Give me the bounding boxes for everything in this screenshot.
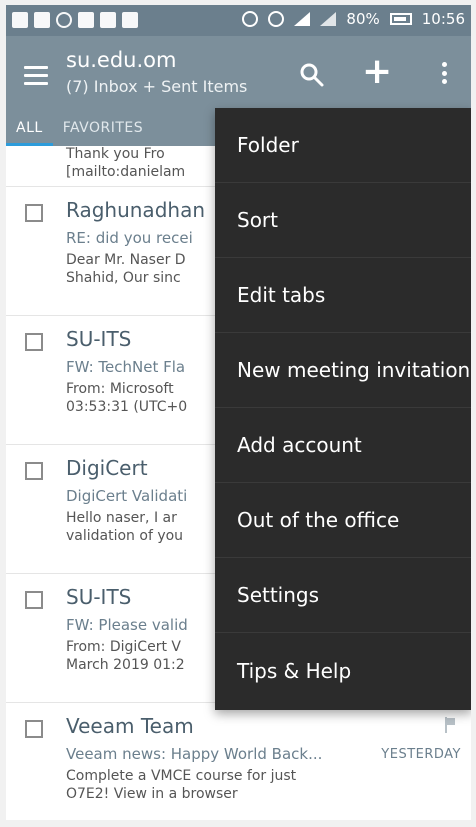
mailbox-subtitle: (7) Inbox + Sent Items bbox=[66, 77, 248, 96]
message-preview: Thank you Fro [mailto:danielam bbox=[66, 146, 186, 180]
tab-favorites[interactable]: FAVORITES bbox=[53, 116, 153, 146]
message-subject: FW: TechNet Fla bbox=[66, 358, 186, 376]
wifi-icon bbox=[268, 11, 285, 27]
system-status: 80% 10:56 bbox=[242, 10, 465, 28]
notification-icons bbox=[12, 12, 138, 28]
status-bar: 80% 10:56 bbox=[6, 5, 471, 36]
alarm-icon bbox=[242, 11, 259, 27]
select-checkbox[interactable] bbox=[25, 462, 43, 480]
menu-item-new-meeting-invitation[interactable]: New meeting invitation bbox=[215, 333, 471, 408]
message-sender: Raghunadhan bbox=[66, 198, 205, 222]
menu-item-edit-tabs[interactable]: Edit tabs bbox=[215, 258, 471, 333]
email-icon bbox=[122, 12, 138, 28]
select-checkbox[interactable] bbox=[25, 204, 43, 222]
message-preview: Hello naser, I ar validation of you bbox=[66, 510, 184, 544]
menu-item-sort[interactable]: Sort bbox=[215, 183, 471, 258]
message-preview: From: Microsoft 03:53:31 (UTC+0 bbox=[66, 381, 188, 415]
tab-bar: ALL FAVORITES bbox=[6, 116, 153, 146]
whatsapp-icon bbox=[56, 12, 72, 28]
message-sender: Veeam Team bbox=[66, 714, 194, 738]
message-sender: SU-ITS bbox=[66, 585, 132, 609]
message-preview: Dear Mr. Naser D Shahid, Our sinc bbox=[66, 252, 186, 286]
menu-item-tips-help[interactable]: Tips & Help bbox=[215, 633, 471, 708]
menu-icon[interactable] bbox=[24, 66, 48, 85]
message-icon bbox=[78, 12, 94, 28]
message-subject: DigiCert Validati bbox=[66, 487, 188, 505]
message-subject: Veeam news: Happy World Back... bbox=[66, 745, 323, 763]
tab-all[interactable]: ALL bbox=[6, 116, 53, 146]
select-checkbox[interactable] bbox=[25, 591, 43, 609]
message-preview: Complete a VMCE course for just O7E2! Vi… bbox=[66, 768, 297, 802]
flipboard-icon bbox=[12, 12, 28, 28]
more-vert-icon[interactable] bbox=[442, 62, 448, 84]
flag-icon[interactable] bbox=[445, 717, 455, 733]
message-sender: DigiCert bbox=[66, 456, 148, 480]
message-subject: FW: Please valid bbox=[66, 616, 188, 634]
signal-icon bbox=[294, 12, 311, 26]
signal-icon bbox=[320, 12, 337, 26]
battery-icon bbox=[389, 13, 412, 25]
message-sender: SU-ITS bbox=[66, 327, 132, 351]
overflow-menu: Folder Sort Edit tabs New meeting invita… bbox=[215, 108, 471, 710]
menu-item-folder[interactable]: Folder bbox=[215, 108, 471, 183]
list-item[interactable]: Veeam Team Veeam news: Happy World Back.… bbox=[6, 703, 471, 820]
clock: 10:56 bbox=[421, 10, 465, 28]
message-date: YESTERDAY bbox=[381, 747, 461, 762]
message-preview: From: DigiCert V March 2019 01:2 bbox=[66, 639, 185, 673]
account-name: su.edu.om bbox=[66, 48, 177, 72]
flipboard-icon bbox=[34, 12, 50, 28]
gmail-icon bbox=[100, 12, 116, 28]
battery-percent: 80% bbox=[346, 10, 380, 28]
menu-item-settings[interactable]: Settings bbox=[215, 558, 471, 633]
menu-item-add-account[interactable]: Add account bbox=[215, 408, 471, 483]
search-icon[interactable] bbox=[299, 62, 325, 88]
menu-item-out-of-office[interactable]: Out of the office bbox=[215, 483, 471, 558]
add-icon[interactable]: + bbox=[362, 54, 392, 90]
phone-screen: 80% 10:56 su.edu.om (7) Inbox + Sent Ite… bbox=[6, 5, 471, 820]
message-subject: RE: did you recei bbox=[66, 229, 193, 247]
select-checkbox[interactable] bbox=[25, 333, 43, 351]
select-checkbox[interactable] bbox=[25, 720, 43, 738]
